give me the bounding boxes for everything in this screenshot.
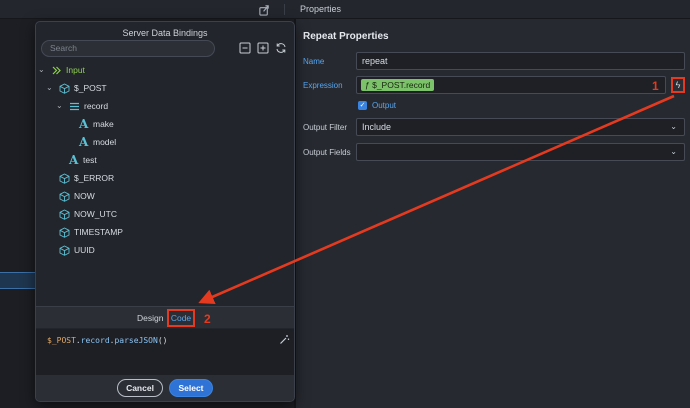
output-filter-label: Output Filter [303,123,348,132]
expression-token[interactable]: ƒ $_POST.record [361,79,435,91]
annotation-badge-1: 1 [652,79,659,93]
tree-item-make[interactable]: A make [36,117,294,132]
tree-item-label: NOW [74,191,95,201]
list-icon [70,102,79,111]
expression-label: Expression [303,81,343,90]
cube-icon [59,245,70,256]
editor-tab-bar: Design Code 2 [36,306,294,328]
magic-wand-icon[interactable] [279,334,290,345]
output-checkbox[interactable]: ✓ [358,101,367,110]
dialog-footer: Cancel Select [36,375,294,401]
annotation-badge-2: 2 [204,312,211,326]
tree-item-label: UUID [74,245,95,255]
cube-icon [59,191,70,202]
chevron-down-icon: ⌄ [670,122,677,131]
chevron-down-icon[interactable]: ⌄ [38,65,45,74]
tree-item-now[interactable]: NOW [36,190,294,204]
tree-item-label: model [93,137,117,147]
dialog-title: Server Data Bindings [122,28,208,38]
server-data-bindings-dialog: Server Data Bindings Search ⌄ Input ⌄ $_… [35,21,295,402]
name-input[interactable]: repeat [356,52,685,70]
code-line[interactable]: $_POST.record.parseJSON() [47,336,167,345]
cube-icon [59,173,70,184]
tree-item-record[interactable]: ⌄ record [36,100,294,114]
tree-item-label: $_ERROR [74,173,115,183]
tree-item-timestamp[interactable]: TIMESTAMP [36,226,294,240]
tree-item-label: test [83,155,97,165]
tree-item-label: $_POST [74,83,107,93]
refresh-icon[interactable] [275,42,287,54]
chevron-down-icon[interactable]: ⌄ [56,101,63,110]
tree-item-uuid[interactable]: UUID [36,244,294,258]
tree-item-input[interactable]: ⌄ Input [36,64,294,78]
text-A-icon: A [79,135,89,149]
top-toolbar: Properties [0,0,690,19]
toolbar-divider [284,4,285,15]
tree-item-model[interactable]: A model [36,135,294,150]
dynamic-data-button[interactable]: ϟ [671,77,685,93]
chevrons-right-icon [52,66,61,75]
tab-code[interactable]: Code [167,309,195,327]
output-fields-label: Output Fields [303,148,351,157]
code-editor[interactable]: $_POST.record.parseJSON() [36,329,294,375]
collapse-all-icon[interactable] [239,42,251,54]
output-filter-select[interactable]: Include ⌄ [356,118,685,136]
name-label: Name [303,57,325,66]
lightning-bolt-icon: ϟ [675,80,681,90]
tree-item-label: NOW_UTC [74,209,117,219]
tree-item-now-utc[interactable]: NOW_UTC [36,208,294,222]
chevron-down-icon: ⌄ [670,147,677,156]
tree-item-label: Input [66,65,85,75]
cube-icon [59,227,70,238]
tree-item-test[interactable]: A test [36,153,294,168]
cube-icon [59,83,70,94]
repeat-properties-heading: Repeat Properties [303,31,389,42]
output-filter-value: Include [362,122,392,132]
tab-design[interactable]: Design [137,313,163,323]
expand-all-icon[interactable] [257,42,269,54]
cube-icon [59,209,70,220]
select-button[interactable]: Select [169,379,213,397]
tree-item-label: TIMESTAMP [74,227,123,237]
text-A-icon: A [79,117,89,131]
tree-item-error[interactable]: $_ERROR [36,172,294,186]
tree-item-post[interactable]: ⌄ $_POST [36,82,294,96]
output-checkbox-label: Output [372,101,397,110]
expression-input[interactable]: ƒ $_POST.record [356,76,666,94]
tree-item-label: make [93,119,114,129]
tree-item-label: record [84,101,109,111]
properties-panel-title: Properties [300,4,342,14]
chevron-down-icon[interactable]: ⌄ [46,83,53,92]
share-icon[interactable] [258,3,271,16]
output-fields-select[interactable]: ⌄ [356,143,685,161]
search-input[interactable]: Search [41,40,215,57]
cancel-button[interactable]: Cancel [117,379,163,397]
text-A-icon: A [69,153,79,167]
